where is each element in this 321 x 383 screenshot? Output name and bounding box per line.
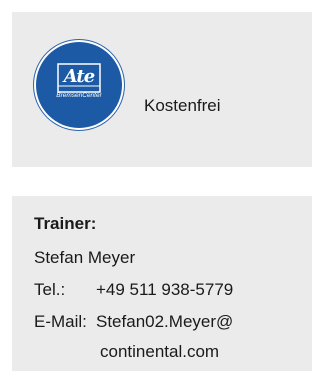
- price-label: Kostenfrei: [144, 96, 221, 115]
- email-label: E-Mail:: [34, 312, 87, 331]
- trainer-card: Trainer: Stefan Meyer Tel.: +49 511 938-…: [12, 196, 312, 371]
- info-card: Ate BremsenCenter Kostenfrei: [12, 12, 312, 167]
- email-link-line2[interactable]: continental.com: [100, 342, 219, 362]
- email-link-line1[interactable]: Stefan02.Meyer@: [96, 312, 233, 332]
- email-row: E-Mail:: [34, 312, 87, 332]
- phone-number-link[interactable]: +49 511 938-5779: [96, 280, 233, 300]
- phone-label: Tel.:: [34, 280, 66, 299]
- logo-subtext: BremsenCenter: [56, 92, 102, 99]
- trainer-name: Stefan Meyer: [34, 248, 136, 267]
- logo-mark-text: Ate: [63, 66, 95, 87]
- trainer-heading: Trainer:: [34, 214, 97, 233]
- ate-bremsencenter-logo: Ate BremsenCenter: [34, 40, 124, 130]
- logo-mark: Ate BremsenCenter: [48, 54, 110, 116]
- phone-row: Tel.:: [34, 280, 65, 300]
